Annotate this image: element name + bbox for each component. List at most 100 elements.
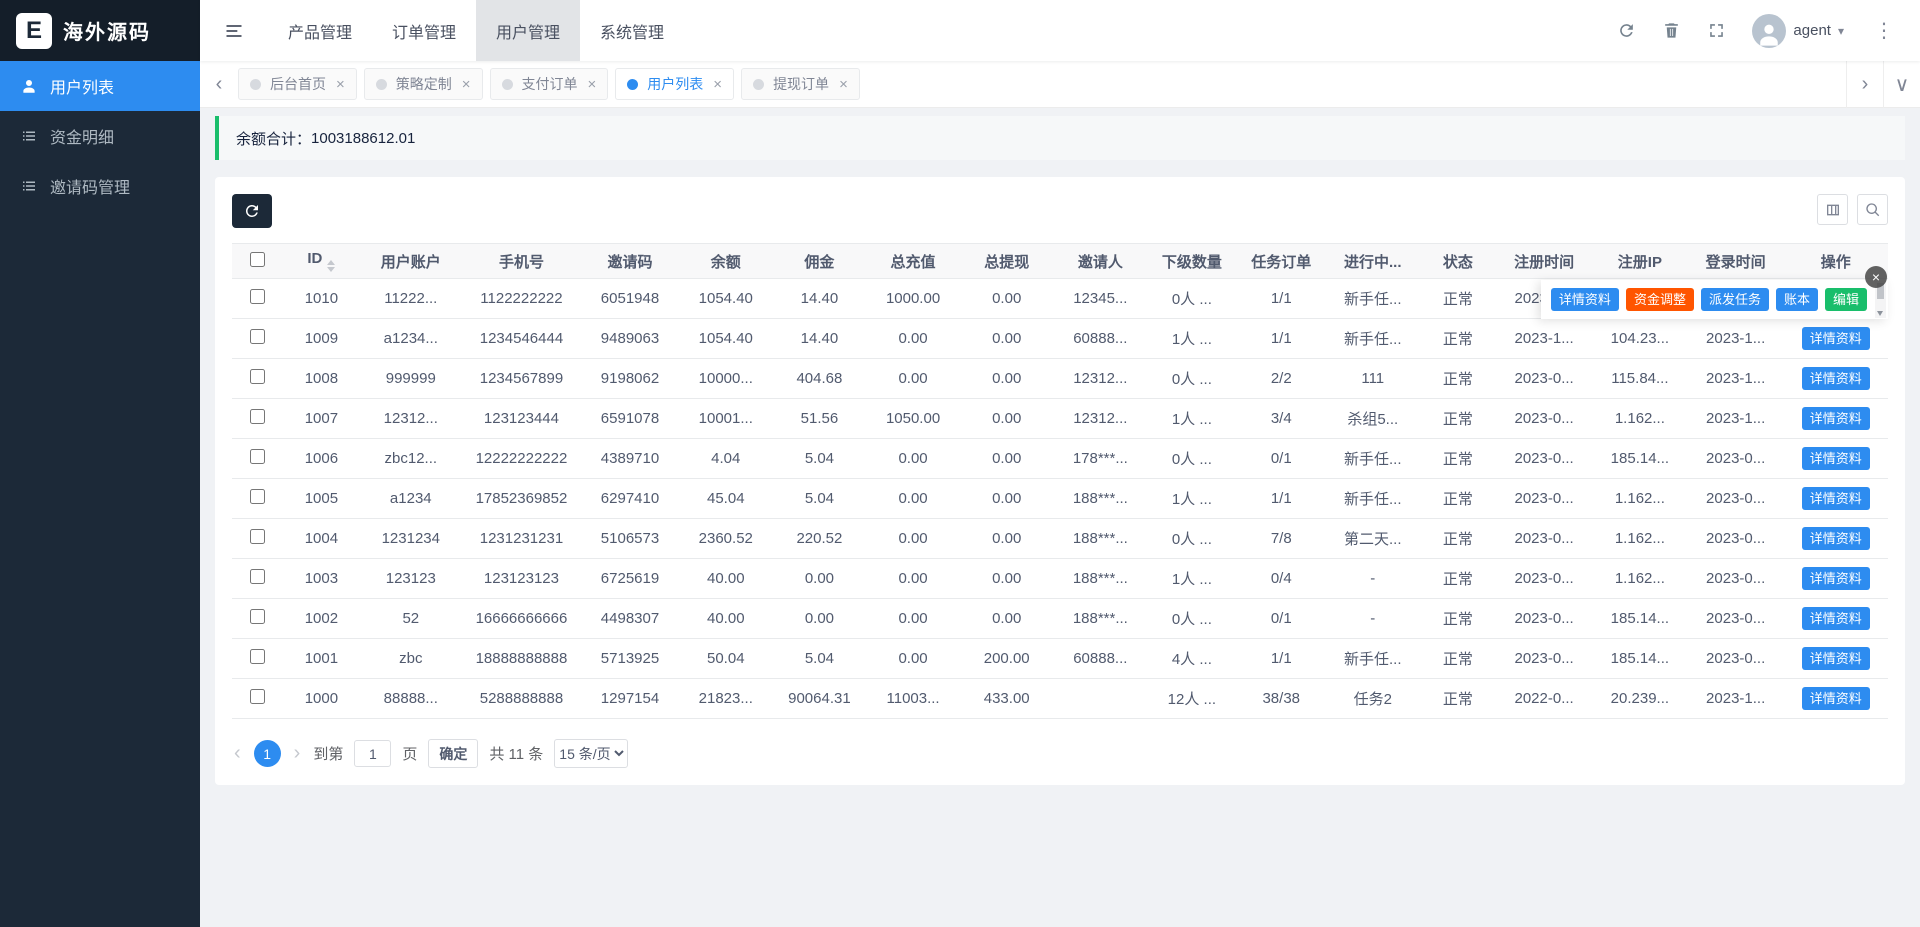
sidebar-item[interactable]: 资金明细 [0, 111, 200, 161]
topnav-item[interactable]: 产品管理 [268, 0, 372, 61]
cell: 18888888888 [462, 639, 581, 679]
app: E 海外源码 用户列表资金明细邀请码管理 产品管理订单管理用户管理系统管理 [0, 0, 1920, 927]
trash-icon[interactable] [1662, 21, 1681, 40]
cell: 1.162... [1592, 519, 1688, 559]
cell: 4498307 [581, 599, 679, 639]
tab[interactable]: 策略定制× [364, 68, 483, 100]
row-checkbox[interactable] [250, 289, 265, 304]
more-menu-icon[interactable]: ⋮ [1870, 18, 1898, 43]
popup-action-button[interactable]: 详情资料 [1551, 288, 1619, 312]
sidebar-item[interactable]: 邀请码管理 [0, 161, 200, 211]
cell: 2023-0... [1688, 639, 1784, 679]
page-unit-label: 页 [402, 743, 417, 764]
cell: 38/38 [1237, 679, 1326, 719]
next-page-button[interactable]: › [292, 742, 303, 765]
tab-close-icon[interactable]: × [839, 76, 848, 93]
row-detail-button[interactable]: 详情资料 [1802, 687, 1870, 711]
popup-close-button[interactable]: × [1865, 266, 1887, 288]
popup-action-button[interactable]: 资金调整 [1626, 288, 1694, 312]
tab-close-icon[interactable]: × [588, 76, 597, 93]
cell: 正常 [1420, 359, 1497, 399]
row-detail-button[interactable]: 详情资料 [1802, 327, 1870, 351]
cell: 5.04 [773, 439, 867, 479]
table-row: 1006zbc12...1222222222243897104.045.040.… [232, 439, 1888, 479]
row-detail-button[interactable]: 详情资料 [1802, 527, 1870, 551]
sort-icon[interactable] [327, 260, 335, 272]
cell: 4人 ... [1147, 639, 1236, 679]
fullscreen-icon[interactable] [1707, 21, 1726, 40]
row-checkbox[interactable] [250, 329, 265, 344]
row-detail-button[interactable]: 详情资料 [1802, 567, 1870, 591]
page-number[interactable]: 1 [254, 740, 281, 767]
row-checkbox[interactable] [250, 529, 265, 544]
refresh-icon[interactable] [1617, 21, 1636, 40]
column-header: 任务订单 [1237, 244, 1326, 279]
popup-action-button[interactable]: 账本 [1776, 288, 1818, 312]
popup-action-button[interactable]: 派发任务 [1701, 288, 1769, 312]
balance-summary-value: 1003188612.01 [311, 130, 415, 147]
cell: 0.00 [960, 479, 1054, 519]
row-checkbox[interactable] [250, 489, 265, 504]
cell: 2023-0... [1496, 399, 1592, 439]
row-checkbox[interactable] [250, 449, 265, 464]
tab-close-icon[interactable]: × [713, 76, 722, 93]
cell: 188***... [1054, 479, 1148, 519]
topnav-item[interactable]: 系统管理 [580, 0, 684, 61]
tabs-dropdown-icon[interactable]: ∨ [1883, 61, 1920, 108]
user-menu[interactable]: agent ▾ [1752, 14, 1844, 48]
row-checkbox[interactable] [250, 409, 265, 424]
table-refresh-button[interactable] [232, 194, 272, 228]
cell: 1003 [283, 559, 360, 599]
cell: 1/1 [1237, 639, 1326, 679]
tab-close-icon[interactable]: × [462, 76, 471, 93]
prev-page-button[interactable]: ‹ [232, 742, 243, 765]
popup-action-button[interactable]: 编辑 [1825, 288, 1867, 312]
table-search-button[interactable] [1857, 194, 1888, 225]
tab-dot [502, 79, 513, 90]
cell: 正常 [1420, 559, 1497, 599]
cell: 2023-0... [1496, 479, 1592, 519]
row-checkbox[interactable] [250, 569, 265, 584]
cell: 999999 [360, 359, 462, 399]
tab-close-icon[interactable]: × [336, 76, 345, 93]
tab[interactable]: 提现订单× [741, 68, 860, 100]
cell: 6297410 [581, 479, 679, 519]
row-select-cell [232, 359, 283, 399]
goto-page-input[interactable] [354, 740, 391, 767]
tabs-scroll-left-icon[interactable]: ‹ [200, 61, 238, 108]
row-detail-button[interactable]: 详情资料 [1802, 607, 1870, 631]
sidebar-item[interactable]: 用户列表 [0, 61, 200, 111]
cell: 正常 [1420, 399, 1497, 439]
select-all-cell [232, 244, 283, 279]
cell: 1001 [283, 639, 360, 679]
row-checkbox[interactable] [250, 689, 265, 704]
cell: 1.162... [1592, 399, 1688, 439]
tab[interactable]: 后台首页× [238, 68, 357, 100]
tabbar-right: › ∨ [1846, 61, 1920, 108]
row-checkbox[interactable] [250, 369, 265, 384]
menu-toggle-button[interactable] [200, 0, 268, 61]
row-detail-button[interactable]: 详情资料 [1802, 447, 1870, 471]
tab-dot [250, 79, 261, 90]
columns-toggle-button[interactable] [1817, 194, 1848, 225]
cell: 1234546444 [462, 319, 581, 359]
select-all-checkbox[interactable] [250, 252, 265, 267]
goto-confirm-button[interactable]: 确定 [428, 739, 478, 768]
tabs-scroll-right-icon[interactable]: › [1846, 61, 1883, 108]
row-select-cell [232, 399, 283, 439]
cell: 185.14... [1592, 639, 1688, 679]
topnav-item[interactable]: 用户管理 [476, 0, 580, 61]
row-detail-button[interactable]: 详情资料 [1802, 407, 1870, 431]
topnav-item[interactable]: 订单管理 [372, 0, 476, 61]
row-detail-button[interactable]: 详情资料 [1802, 487, 1870, 511]
row-checkbox[interactable] [250, 609, 265, 624]
cell: 1297154 [581, 679, 679, 719]
row-detail-button[interactable]: 详情资料 [1802, 367, 1870, 391]
cell: 115.84... [1592, 359, 1688, 399]
row-detail-button[interactable]: 详情资料 [1802, 647, 1870, 671]
tab[interactable]: 支付订单× [490, 68, 609, 100]
tab[interactable]: 用户列表× [615, 68, 734, 100]
row-checkbox[interactable] [250, 649, 265, 664]
page-size-select[interactable]: 15 条/页 [554, 739, 628, 768]
cell: 1004 [283, 519, 360, 559]
